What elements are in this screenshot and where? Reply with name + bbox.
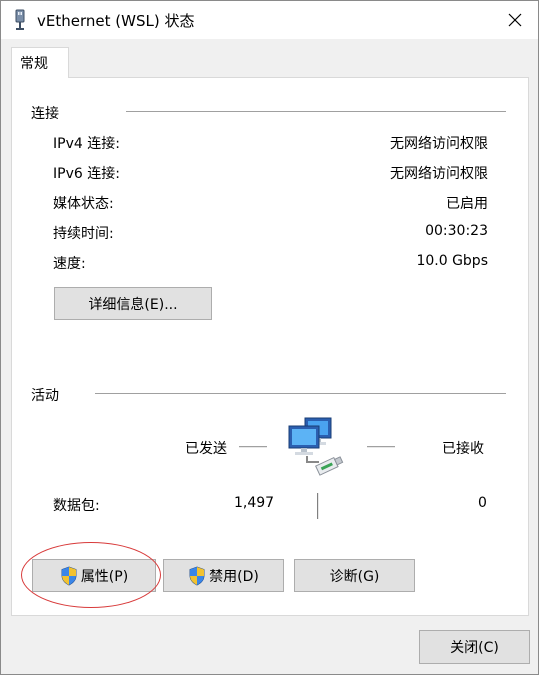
- media-state-value: 已启用: [446, 196, 488, 212]
- packets-divider: [317, 493, 319, 519]
- ipv6-connectivity-value: 无网络访问权限: [390, 166, 488, 182]
- close-button-label: 关闭(C): [450, 640, 499, 656]
- disable-button-label: 禁用(D): [209, 568, 259, 585]
- ipv4-connectivity-label: IPv4 连接:: [53, 136, 120, 152]
- duration-value: 00:30:23: [425, 223, 488, 239]
- ipv6-connectivity-label: IPv6 连接:: [53, 166, 120, 182]
- tab-general[interactable]: 常规: [11, 47, 69, 78]
- received-line: [367, 446, 395, 448]
- network-adapter-icon: [15, 9, 25, 30]
- activity-group-divider: [95, 393, 506, 394]
- window-title: vEthernet (WSL) 状态: [37, 12, 195, 30]
- window-close-button[interactable]: [492, 1, 538, 39]
- packets-sent-value: 1,497: [234, 495, 275, 511]
- packets-label: 数据包:: [53, 498, 100, 514]
- disable-button[interactable]: 禁用(D): [163, 559, 284, 592]
- received-label: 已接收: [442, 441, 484, 457]
- speed-label: 速度:: [53, 256, 86, 272]
- speed-value: 10.0 Gbps: [416, 253, 488, 269]
- uac-shield-icon: [189, 566, 205, 585]
- media-state-label: 媒体状态:: [53, 196, 114, 212]
- packets-received-value: 0: [478, 495, 487, 511]
- diagnose-button[interactable]: 诊断(G): [294, 559, 415, 592]
- activity-group-label: 活动: [31, 388, 59, 404]
- annotation-ellipse: [21, 542, 161, 608]
- title-bar: vEthernet (WSL) 状态: [1, 1, 538, 39]
- close-button[interactable]: 关闭(C): [419, 630, 530, 664]
- details-button[interactable]: 详细信息(E)...: [54, 287, 212, 320]
- tab-panel-general: 连接 IPv4 连接: 无网络访问权限 IPv6 连接: 无网络访问权限 媒体状…: [11, 77, 529, 616]
- connection-group-label: 连接: [31, 106, 59, 122]
- network-computers-icon: [288, 417, 344, 476]
- sent-label: 已发送: [185, 441, 227, 457]
- ipv4-connectivity-value: 无网络访问权限: [390, 136, 488, 152]
- status-dialog: vEthernet (WSL) 状态 常规 连接 IPv4 连接: 无网络访问权…: [0, 0, 539, 675]
- close-icon: [508, 13, 522, 27]
- details-button-label: 详细信息(E)...: [88, 296, 178, 313]
- duration-label: 持续时间:: [53, 226, 114, 242]
- diagnose-button-label: 诊断(G): [329, 568, 380, 585]
- connection-group-divider: [126, 111, 506, 112]
- sent-line: [239, 446, 267, 448]
